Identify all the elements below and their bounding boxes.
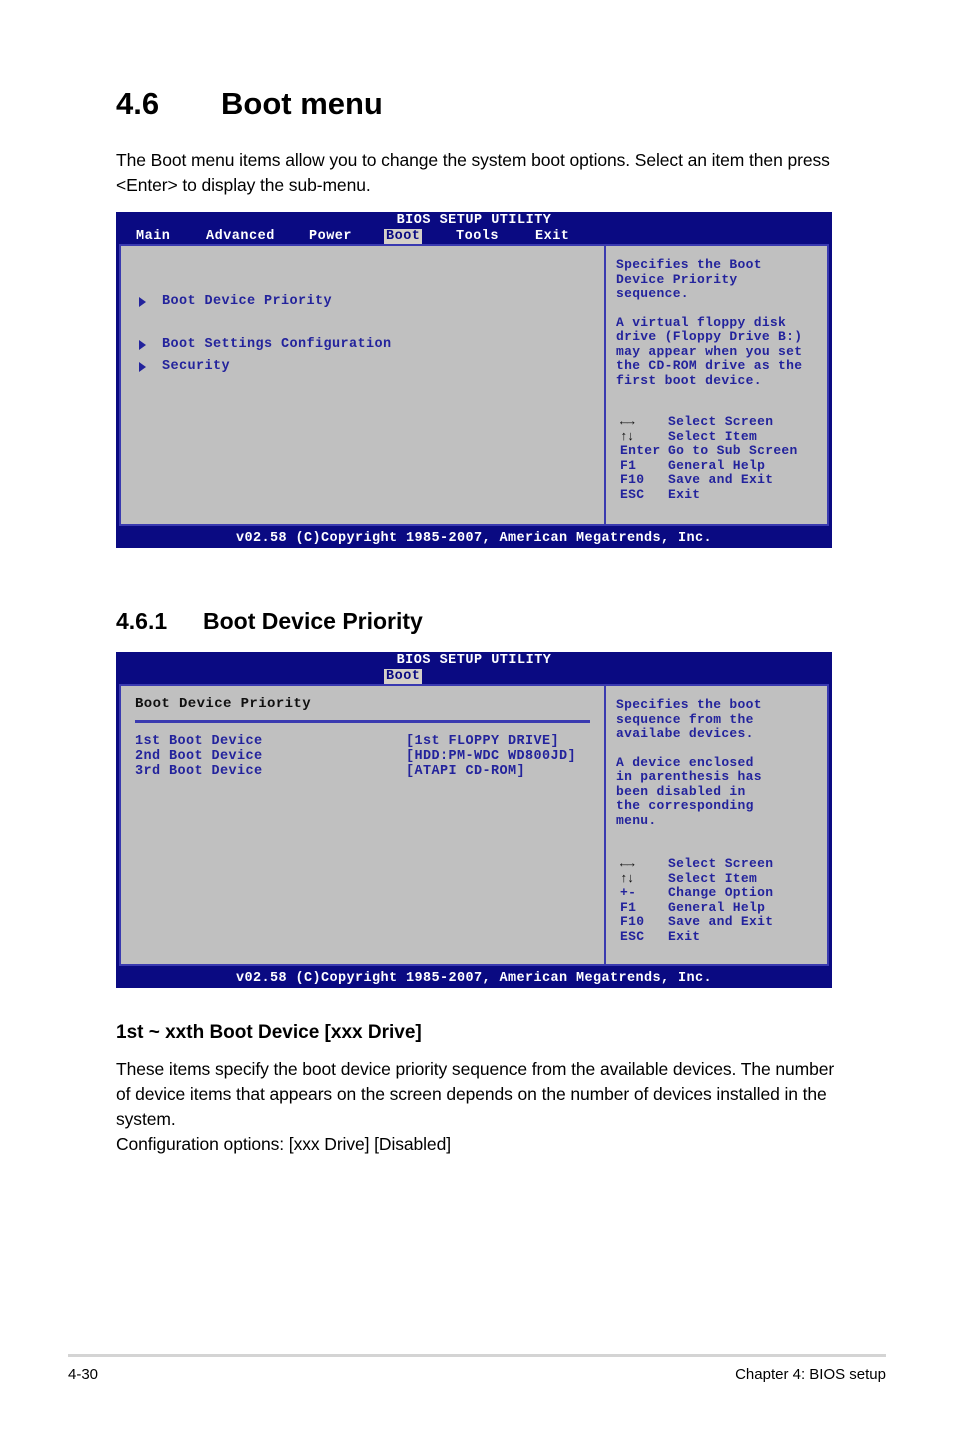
bios-screenshot-boot-device-priority: BIOS SETUP UTILITY Boot Boot Device Prio…: [116, 652, 832, 988]
subsection-heading: 4.6.1 Boot Device Priority: [116, 608, 423, 635]
key-name-plus-minus: +-: [620, 885, 637, 900]
boot-device-value: [HDD:PM-WDC WD800JD]: [406, 749, 577, 764]
left-right-arrow-icon: ←→: [620, 856, 635, 871]
bios-help-text-1: Specifies the boot sequence from the ava…: [616, 697, 762, 741]
key-name-esc: ESC: [620, 486, 645, 502]
key-legend-row: Enter Go to Sub Screen: [620, 443, 798, 459]
key-action: Change Option: [668, 885, 774, 900]
bios-copyright-bar: v02.58 (C)Copyright 1985-2007, American …: [116, 529, 832, 548]
bios-utility-title: BIOS SETUP UTILITY: [396, 653, 552, 668]
up-down-arrow-icon: ↑↓: [620, 870, 635, 886]
bios-menu-item-boot-settings-configuration[interactable]: Boot Settings Configuration: [139, 337, 392, 352]
key-name-f10: F10: [620, 472, 645, 487]
bios-titlebar: BIOS SETUP UTILITY Boot: [116, 652, 832, 684]
footer-divider: [68, 1354, 886, 1357]
key-action: General Help: [668, 457, 766, 473]
key-legend-row: F1 General Help: [620, 899, 773, 916]
boot-device-label: 3rd Boot Device: [135, 764, 263, 779]
bios-tab-tools[interactable]: Tools: [454, 229, 501, 244]
bios-key-legend: ←→ Select Screen ↑↓ Select Item +- Chang…: [620, 856, 774, 945]
subsection-title: Boot Device Priority: [203, 608, 423, 634]
bios-tab-boot[interactable]: Boot: [384, 228, 423, 244]
key-action: Select Item: [668, 870, 758, 886]
key-name-f10: F10: [620, 914, 645, 929]
bios-left-panel: Boot Device Priority Boot Settings Confi…: [121, 246, 606, 524]
key-legend-row: ↑↓ Select Item: [620, 870, 773, 887]
left-right-arrow-icon: ←→: [620, 414, 635, 429]
section-title: Boot menu: [221, 86, 383, 121]
boot-device-row-3[interactable]: 3rd Boot Device [ATAPI CD-ROM]: [135, 764, 595, 779]
key-action: Exit: [668, 486, 701, 502]
key-name-esc: ESC: [620, 928, 645, 944]
key-legend-row: ESC Exit: [620, 486, 798, 503]
subsection-number: 4.6.1: [116, 608, 168, 634]
footer-chapter: Chapter 4: BIOS setup: [735, 1366, 886, 1383]
boot-device-row-1[interactable]: 1st Boot Device [1st FLOPPY DRIVE]: [135, 734, 595, 749]
key-action: Select Item: [668, 428, 758, 444]
bios-menu-tabs: Main Advanced Power Boot Tools Exit: [116, 228, 832, 244]
bios-key-legend: ←→ Select Screen ↑↓ Select Item Enter Go…: [620, 414, 798, 503]
key-name-f1: F1: [620, 899, 637, 915]
section-heading: 4.6 Boot menu: [116, 86, 383, 122]
bios-body: Boot Device Priority Boot Settings Confi…: [119, 244, 829, 526]
item-body-paragraph: These items specify the boot device prio…: [116, 1059, 835, 1154]
section-intro-paragraph: The Boot menu items allow you to change …: [116, 150, 830, 195]
bios-menu-item-label: Boot Device Priority: [162, 294, 333, 309]
bios-screenshot-boot-menu: BIOS SETUP UTILITY Main Advanced Power B…: [116, 212, 832, 548]
panel-divider: [135, 720, 590, 723]
key-legend-row: ←→ Select Screen: [620, 856, 774, 872]
key-action: Select Screen: [668, 414, 774, 429]
boot-device-list: 1st Boot Device [1st FLOPPY DRIVE] 2nd B…: [135, 734, 595, 779]
bios-menu-item-boot-device-priority[interactable]: Boot Device Priority: [139, 294, 332, 309]
key-action: Exit: [668, 928, 701, 944]
key-legend-row: ←→ Select Screen: [620, 414, 798, 430]
key-name-enter: Enter: [620, 443, 661, 458]
bios-utility-title: BIOS SETUP UTILITY: [396, 213, 552, 228]
key-action: General Help: [668, 899, 766, 915]
bios-menu-item-security[interactable]: Security: [139, 359, 230, 374]
submenu-arrow-icon: [139, 339, 146, 350]
key-legend-row: +- Change Option: [620, 885, 774, 901]
key-action: Save and Exit: [668, 914, 774, 929]
key-legend-row: ↑↓ Select Item: [620, 428, 798, 445]
boot-device-label: 2nd Boot Device: [135, 749, 263, 764]
bios-tab-power[interactable]: Power: [307, 229, 354, 244]
bios-panel-title: Boot Device Priority: [135, 696, 312, 712]
bios-tab-advanced[interactable]: Advanced: [204, 229, 277, 244]
bios-help-text-2: A virtual floppy disk drive (Floppy Driv…: [616, 314, 803, 388]
key-legend-row: F10 Save and Exit: [620, 472, 798, 488]
up-down-arrow-icon: ↑↓: [620, 428, 635, 444]
bios-tab-exit[interactable]: Exit: [533, 229, 571, 244]
bios-help-text-2: A device enclosed in parenthesis has bee…: [616, 754, 762, 828]
boot-device-row-2[interactable]: 2nd Boot Device [HDD:PM-WDC WD800JD]: [135, 749, 595, 764]
boot-device-value: [ATAPI CD-ROM]: [406, 764, 526, 779]
bios-titlebar: BIOS SETUP UTILITY Main Advanced Power B…: [116, 212, 832, 244]
bios-menu-tabs: Boot: [116, 668, 832, 684]
submenu-arrow-icon: [139, 296, 146, 307]
bios-menu-item-label: Security: [162, 359, 231, 374]
bios-menu-item-label: Boot Settings Configuration: [162, 337, 392, 352]
key-legend-row: ESC Exit: [620, 928, 773, 945]
manual-page: 4.6 Boot menu The Boot menu items allow …: [0, 0, 954, 1438]
key-action: Go to Sub Screen: [668, 443, 798, 458]
bios-tab-main[interactable]: Main: [134, 229, 172, 244]
section-number: 4.6: [116, 86, 160, 121]
bios-tab-boot[interactable]: Boot: [384, 668, 423, 684]
key-legend-row: F10 Save and Exit: [620, 914, 774, 930]
bios-body: Boot Device Priority 1st Boot Device [1s…: [119, 684, 829, 966]
key-action: Save and Exit: [668, 472, 774, 487]
footer-page-number: 4-30: [68, 1366, 99, 1383]
bios-help-panel: Specifies the boot sequence from the ava…: [606, 686, 827, 964]
key-legend-row: F1 General Help: [620, 457, 798, 474]
bios-help-text-1: Specifies the Boot Device Priority seque…: [616, 257, 762, 301]
bios-copyright-bar: v02.58 (C)Copyright 1985-2007, American …: [116, 969, 832, 988]
key-name-f1: F1: [620, 457, 637, 473]
key-action: Select Screen: [668, 856, 774, 871]
bios-help-panel: Specifies the Boot Device Priority seque…: [606, 246, 827, 524]
boot-device-value: [1st FLOPPY DRIVE]: [406, 734, 560, 749]
boot-device-label: 1st Boot Device: [135, 734, 263, 749]
submenu-arrow-icon: [139, 361, 146, 372]
item-heading: 1st ~ xxth Boot Device [xxx Drive]: [116, 1022, 422, 1043]
bios-left-panel: Boot Device Priority 1st Boot Device [1s…: [121, 686, 606, 964]
